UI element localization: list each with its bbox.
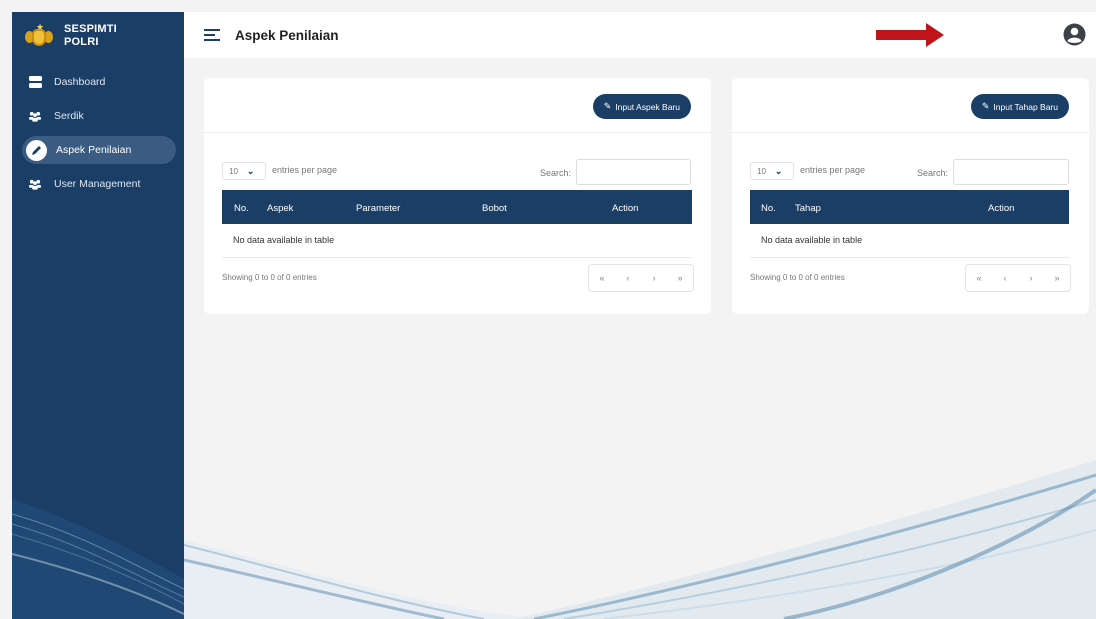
chevron-down-icon: ⌄ bbox=[246, 165, 255, 176]
table-info: Showing 0 to 0 of 0 entries bbox=[750, 273, 845, 282]
last-page-button[interactable]: » bbox=[667, 265, 693, 291]
sidebar-nav: Dashboard Serdik Aspek Penilaian User Ma… bbox=[12, 68, 184, 198]
server-icon bbox=[28, 75, 42, 89]
entries-per-page-label: entries per page bbox=[272, 165, 338, 175]
police-logo-icon: ★ bbox=[25, 22, 53, 48]
sidebar-item-serdik[interactable]: Serdik bbox=[20, 102, 176, 130]
sidebar-wave-decoration bbox=[12, 499, 184, 619]
sidebar: ★ SESPIMTI POLRI Dashboard Serdik Aspek … bbox=[12, 12, 184, 619]
last-page-button[interactable]: » bbox=[1044, 265, 1070, 291]
previous-page-button[interactable]: ‹ bbox=[615, 265, 641, 291]
sidebar-item-label: Serdik bbox=[54, 110, 84, 122]
next-page-button[interactable]: › bbox=[641, 265, 667, 291]
first-page-button[interactable]: « bbox=[966, 265, 992, 291]
pagination: « ‹ › » bbox=[965, 264, 1071, 292]
column-header-action[interactable]: Action bbox=[988, 203, 1014, 214]
entries-per-page-label: entries per page bbox=[800, 165, 866, 175]
brand-line-2: POLRI bbox=[64, 36, 99, 48]
edit-icon: ✎ bbox=[981, 101, 990, 111]
edit-icon: ✎ bbox=[603, 101, 612, 111]
sidebar-item-aspek-penilaian[interactable]: Aspek Penilaian bbox=[22, 136, 176, 164]
content-wave-decoration bbox=[184, 460, 1096, 619]
input-aspek-baru-button[interactable]: ✎ Input Aspek Baru bbox=[592, 94, 691, 119]
user-account-icon[interactable] bbox=[1063, 23, 1086, 46]
tahap-card: ✎ Input Tahap Baru 10 ⌄ entries per page… bbox=[732, 78, 1089, 314]
sidebar-item-user-management[interactable]: User Management bbox=[20, 170, 176, 198]
tahap-card-header: ✎ Input Tahap Baru bbox=[732, 78, 1089, 133]
entries-value: 10 bbox=[757, 166, 766, 176]
pen-icon bbox=[26, 139, 47, 161]
column-header-aspek[interactable]: Aspek bbox=[267, 203, 293, 214]
aspek-card-header: ✎ Input Aspek Baru bbox=[204, 78, 711, 133]
table-divider bbox=[222, 257, 692, 258]
table-info: Showing 0 to 0 of 0 entries bbox=[222, 273, 317, 282]
sidebar-item-dashboard[interactable]: Dashboard bbox=[20, 68, 176, 96]
aspek-table-header: No. Aspek Parameter Bobot Action bbox=[222, 190, 692, 224]
table-divider bbox=[750, 257, 1069, 258]
aspek-search-input[interactable] bbox=[576, 159, 691, 185]
input-tahap-baru-button[interactable]: ✎ Input Tahap Baru bbox=[970, 94, 1069, 119]
users-icon bbox=[28, 177, 42, 191]
column-header-parameter[interactable]: Parameter bbox=[356, 203, 400, 214]
users-icon bbox=[28, 109, 42, 123]
search-label: Search: bbox=[917, 168, 949, 178]
sidebar-item-label: Aspek Penilaian bbox=[56, 144, 132, 156]
brand[interactable]: ★ SESPIMTI POLRI bbox=[12, 12, 184, 60]
empty-table-message: No data available in table bbox=[233, 235, 335, 245]
search-label: Search: bbox=[540, 168, 572, 178]
input-tahap-baru-label: Input Tahap Baru bbox=[993, 101, 1058, 112]
aspek-card: ✎ Input Aspek Baru 10 ⌄ entries per page… bbox=[204, 78, 711, 314]
entries-per-page-select[interactable]: 10 ⌄ bbox=[222, 162, 266, 180]
menu-toggle-icon[interactable] bbox=[204, 29, 220, 41]
brand-line-1: SESPIMTI bbox=[64, 23, 117, 35]
empty-table-message: No data available in table bbox=[761, 235, 863, 245]
entries-per-page-select[interactable]: 10 ⌄ bbox=[750, 162, 794, 180]
column-header-no[interactable]: No. bbox=[234, 203, 249, 214]
first-page-button[interactable]: « bbox=[589, 265, 615, 291]
top-header: Aspek Penilaian bbox=[184, 12, 1096, 58]
brand-title: SESPIMTI POLRI bbox=[64, 23, 117, 49]
entries-value: 10 bbox=[229, 166, 238, 176]
column-header-bobot[interactable]: Bobot bbox=[482, 203, 507, 214]
column-header-no[interactable]: No. bbox=[761, 203, 776, 214]
page-title: Aspek Penilaian bbox=[235, 27, 339, 43]
previous-page-button[interactable]: ‹ bbox=[992, 265, 1018, 291]
tahap-table-header: No. Tahap Action bbox=[750, 190, 1069, 224]
input-aspek-baru-label: Input Aspek Baru bbox=[615, 101, 680, 112]
chevron-down-icon: ⌄ bbox=[774, 165, 783, 176]
tahap-search-input[interactable] bbox=[953, 159, 1069, 185]
next-page-button[interactable]: › bbox=[1018, 265, 1044, 291]
column-header-tahap[interactable]: Tahap bbox=[795, 203, 821, 214]
sidebar-item-label: User Management bbox=[54, 178, 141, 190]
red-arrow-annotation-icon bbox=[876, 23, 944, 47]
pagination: « ‹ › » bbox=[588, 264, 694, 292]
sidebar-item-label: Dashboard bbox=[54, 76, 106, 88]
column-header-action[interactable]: Action bbox=[612, 203, 638, 214]
